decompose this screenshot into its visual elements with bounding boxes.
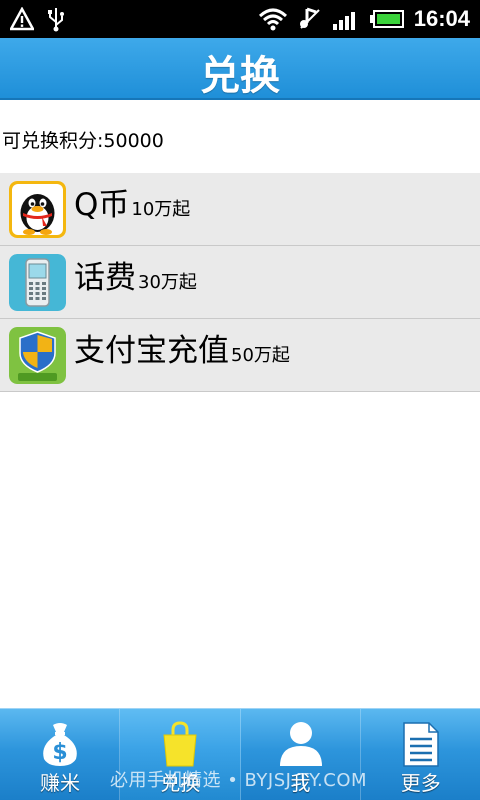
- page-title: 兑换: [200, 53, 280, 99]
- mobile-phone-icon: [9, 254, 66, 311]
- battery-icon: [369, 10, 404, 28]
- qq-penguin-icon: [9, 181, 66, 238]
- status-left: [10, 6, 66, 32]
- document-icon: [403, 722, 439, 767]
- signal-icon: [332, 12, 355, 30]
- reward-name: 话费: [74, 260, 136, 296]
- status-time: 16:04: [413, 6, 470, 31]
- alipay-shield-icon: [9, 327, 66, 384]
- money-bag-icon: $: [43, 723, 77, 766]
- shopping-bag-icon: [163, 721, 197, 767]
- watermark: 必用手机精选 • BYJSJ.TY.COM: [110, 770, 368, 791]
- reward-item-alipay[interactable]: 支付宝充值 50万起: [0, 319, 480, 392]
- alert-icon: [10, 7, 34, 31]
- wifi-icon: [258, 8, 287, 31]
- reward-name: Q币: [74, 187, 130, 223]
- svg-text:$: $: [52, 740, 67, 765]
- usb-icon: [48, 8, 64, 32]
- vibrate-icon: [299, 7, 320, 29]
- title-bar: 兑换: [0, 38, 480, 100]
- status-right: 16:04: [258, 4, 470, 34]
- reward-requirement: 50万起: [231, 345, 290, 366]
- nav-item-more[interactable]: 更多: [361, 709, 480, 800]
- reward-name: 支付宝充值: [74, 333, 229, 369]
- reward-item-qcoin[interactable]: Q币 10万起: [0, 173, 480, 246]
- reward-item-phone-credit[interactable]: 话费 30万起: [0, 246, 480, 319]
- points-label: 可兑换积分:50000: [2, 130, 164, 152]
- reward-requirement: 10万起: [131, 199, 191, 220]
- nav-label: 更多: [400, 771, 441, 795]
- user-icon: [279, 722, 322, 766]
- nav-item-earn[interactable]: $ 赚米: [0, 709, 121, 800]
- nav-label: 赚米: [40, 771, 80, 795]
- reward-requirement: 30万起: [138, 272, 197, 293]
- status-bar: 16:04: [0, 0, 480, 38]
- reward-list: Q币 10万起 话费 30万起 支付宝充值 50万起: [0, 173, 480, 392]
